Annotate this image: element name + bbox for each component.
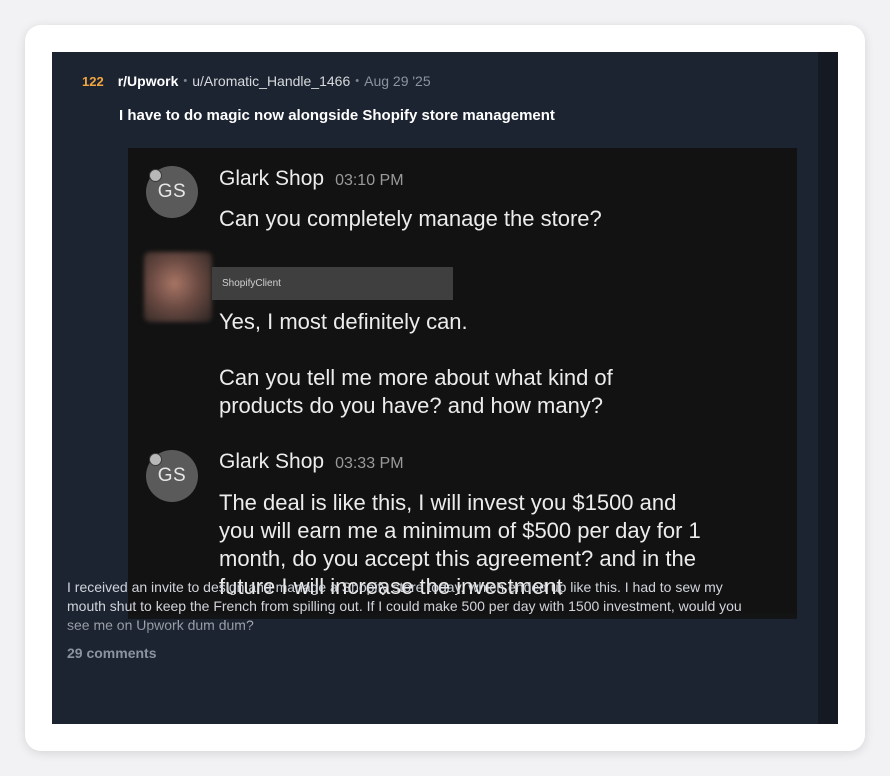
separator-dot: • [355, 75, 360, 87]
chat-screenshot[interactable]: GS Glark Shop 03:10 PM Can you completel… [128, 148, 797, 619]
sender-name: Glark Shop [219, 450, 325, 473]
sender-name: Glark Shop [219, 167, 325, 190]
status-dot-icon [149, 169, 162, 182]
separator-dot: • [183, 75, 188, 87]
subreddit-link[interactable]: r/Upwork [118, 73, 179, 89]
post-date: Aug 29 '25 [364, 73, 431, 89]
body-fade-overlay [52, 612, 818, 636]
sender-avatar: GS [146, 450, 198, 502]
avatar-initials: GS [157, 465, 187, 486]
message-header: Glark Shop 03:33 PM [219, 450, 404, 474]
post-title[interactable]: I have to do magic now alongside Shopify… [119, 107, 555, 124]
redacted-name-label: ShopifyClient [212, 267, 453, 300]
sender-avatar: GS [146, 166, 198, 218]
author-link[interactable]: u/Aromatic_Handle_1466 [192, 73, 350, 89]
message-time: 03:10 PM [335, 172, 404, 189]
status-dot-icon [149, 453, 162, 466]
post-edge [818, 52, 838, 724]
message-time: 03:33 PM [335, 455, 404, 472]
message-header: Glark Shop 03:10 PM [219, 167, 404, 191]
comments-link[interactable]: 29 comments [67, 645, 156, 661]
blurred-user-avatar [144, 252, 212, 322]
message-text: Yes, I most definitely can. Can you tell… [219, 309, 613, 418]
vote-score: 122 [82, 73, 104, 89]
post-meta: 122 r/Upwork • u/Aromatic_Handle_1466 • … [82, 72, 431, 90]
avatar-initials: GS [157, 181, 187, 202]
message-text: Can you completely manage the store? [219, 206, 602, 231]
